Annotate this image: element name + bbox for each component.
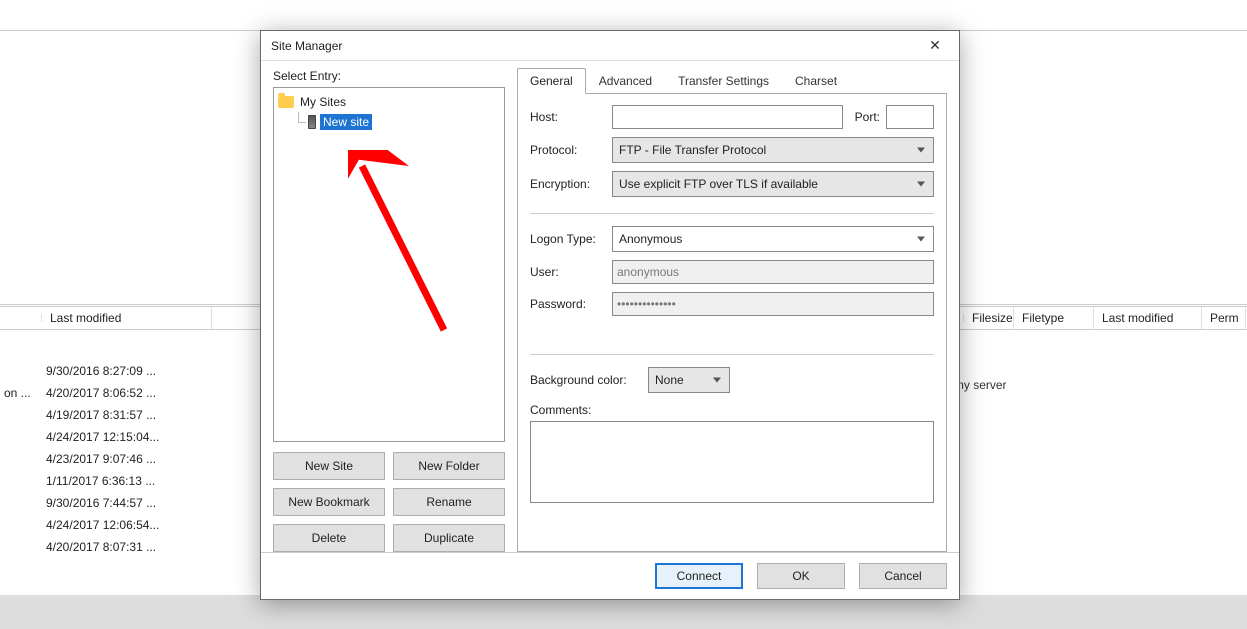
tree-item-label: New site (320, 114, 372, 130)
tab-transfer-settings[interactable]: Transfer Settings (665, 68, 782, 93)
user-input (612, 260, 934, 284)
protocol-label: Protocol: (530, 143, 612, 157)
header-last-modified-remote[interactable]: Last modified (1094, 307, 1202, 329)
tree-branch-icon (292, 112, 306, 132)
connect-button[interactable]: Connect (655, 563, 743, 589)
bg-color-label: Background color: (530, 373, 648, 387)
tab-bar: General Advanced Transfer Settings Chars… (517, 68, 947, 94)
cancel-button[interactable]: Cancel (859, 563, 947, 589)
tree-item-new-site[interactable]: New site (292, 112, 500, 132)
port-input[interactable] (886, 105, 934, 129)
ok-button[interactable]: OK (757, 563, 845, 589)
user-label: User: (530, 265, 612, 279)
host-label: Host: (530, 110, 612, 124)
select-entry-label: Select Entry: (273, 69, 505, 83)
folder-icon (278, 96, 294, 108)
header-name-trunc[interactable] (0, 314, 42, 322)
encryption-select[interactable]: Use explicit FTP over TLS if available (612, 171, 934, 197)
password-input (612, 292, 934, 316)
separator (530, 354, 934, 355)
new-folder-button[interactable]: New Folder (393, 452, 505, 480)
dialog-title: Site Manager (271, 39, 915, 53)
header-permissions[interactable]: Perm (1202, 307, 1246, 329)
comments-textarea[interactable] (530, 421, 934, 503)
protocol-select[interactable]: FTP - File Transfer Protocol (612, 137, 934, 163)
close-button[interactable]: ✕ (915, 34, 955, 58)
delete-button[interactable]: Delete (273, 524, 385, 552)
server-icon (308, 115, 316, 129)
background-bottom (0, 595, 1247, 629)
encryption-value: Use explicit FTP over TLS if available (619, 177, 818, 191)
logon-type-select[interactable]: Anonymous (612, 226, 934, 252)
titlebar[interactable]: Site Manager ✕ (261, 31, 959, 61)
new-site-button[interactable]: New Site (273, 452, 385, 480)
header-filetype[interactable]: Filetype (1014, 307, 1094, 329)
header-filesize[interactable]: Filesize (964, 307, 1014, 329)
protocol-value: FTP - File Transfer Protocol (619, 143, 766, 157)
tree-root[interactable]: My Sites (278, 92, 500, 112)
rename-button[interactable]: Rename (393, 488, 505, 516)
new-bookmark-button[interactable]: New Bookmark (273, 488, 385, 516)
port-label: Port: (855, 110, 880, 124)
tree-root-label: My Sites (300, 95, 346, 109)
tab-advanced[interactable]: Advanced (586, 68, 665, 93)
tab-general[interactable]: General (517, 68, 586, 94)
logon-type-value: Anonymous (619, 232, 682, 246)
duplicate-button[interactable]: Duplicate (393, 524, 505, 552)
tab-charset[interactable]: Charset (782, 68, 850, 93)
tab-panel-general: Host: Port: Protocol: FTP - File Transfe… (517, 93, 947, 552)
site-manager-dialog: Site Manager ✕ Select Entry: My Sites Ne… (260, 30, 960, 600)
host-input[interactable] (612, 105, 843, 129)
site-tree[interactable]: My Sites New site (273, 87, 505, 442)
password-label: Password: (530, 297, 612, 311)
header-last-modified[interactable]: Last modified (42, 307, 212, 329)
separator (530, 213, 934, 214)
dialog-footer: Connect OK Cancel (261, 552, 959, 599)
encryption-label: Encryption: (530, 177, 612, 191)
bg-color-select[interactable]: None (648, 367, 730, 393)
bg-color-value: None (655, 373, 684, 387)
close-icon: ✕ (929, 37, 941, 54)
comments-label: Comments: (530, 403, 934, 417)
logon-type-label: Logon Type: (530, 232, 612, 246)
